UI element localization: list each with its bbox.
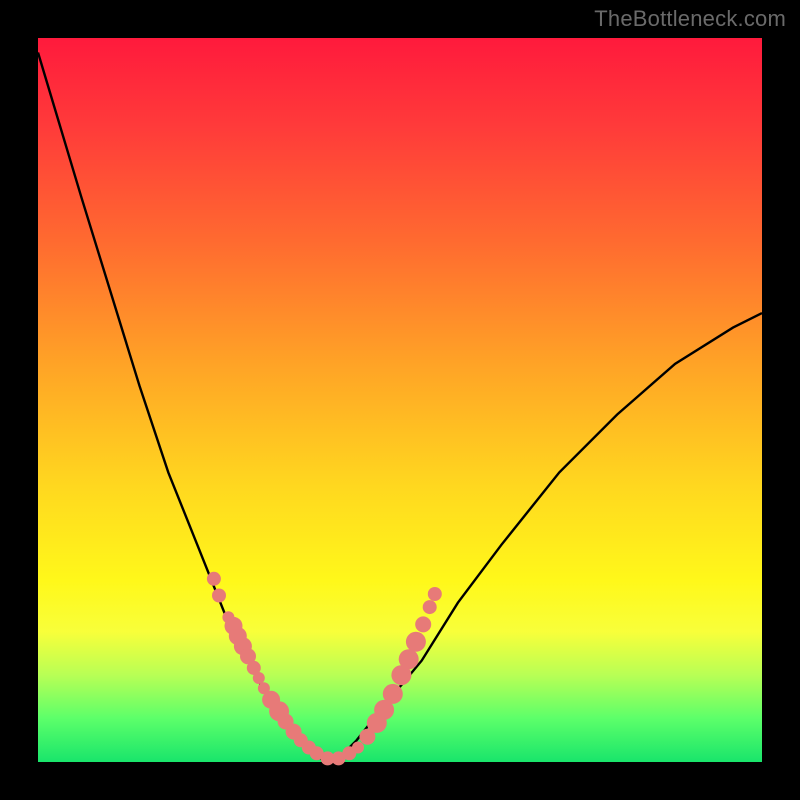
watermark-text: TheBottleneck.com [594,6,786,32]
sample-point [399,649,419,669]
sample-point [207,572,221,586]
sample-point [212,589,226,603]
curve-layer [38,38,762,762]
chart-frame: TheBottleneck.com [0,0,800,800]
sample-point [253,672,265,684]
sample-point [383,684,403,704]
sample-points [207,572,442,766]
plot-area [38,38,762,762]
sample-point [428,587,442,601]
sample-point [406,632,426,652]
sample-point [423,600,437,614]
sample-point [415,616,431,632]
sample-point [352,742,364,754]
